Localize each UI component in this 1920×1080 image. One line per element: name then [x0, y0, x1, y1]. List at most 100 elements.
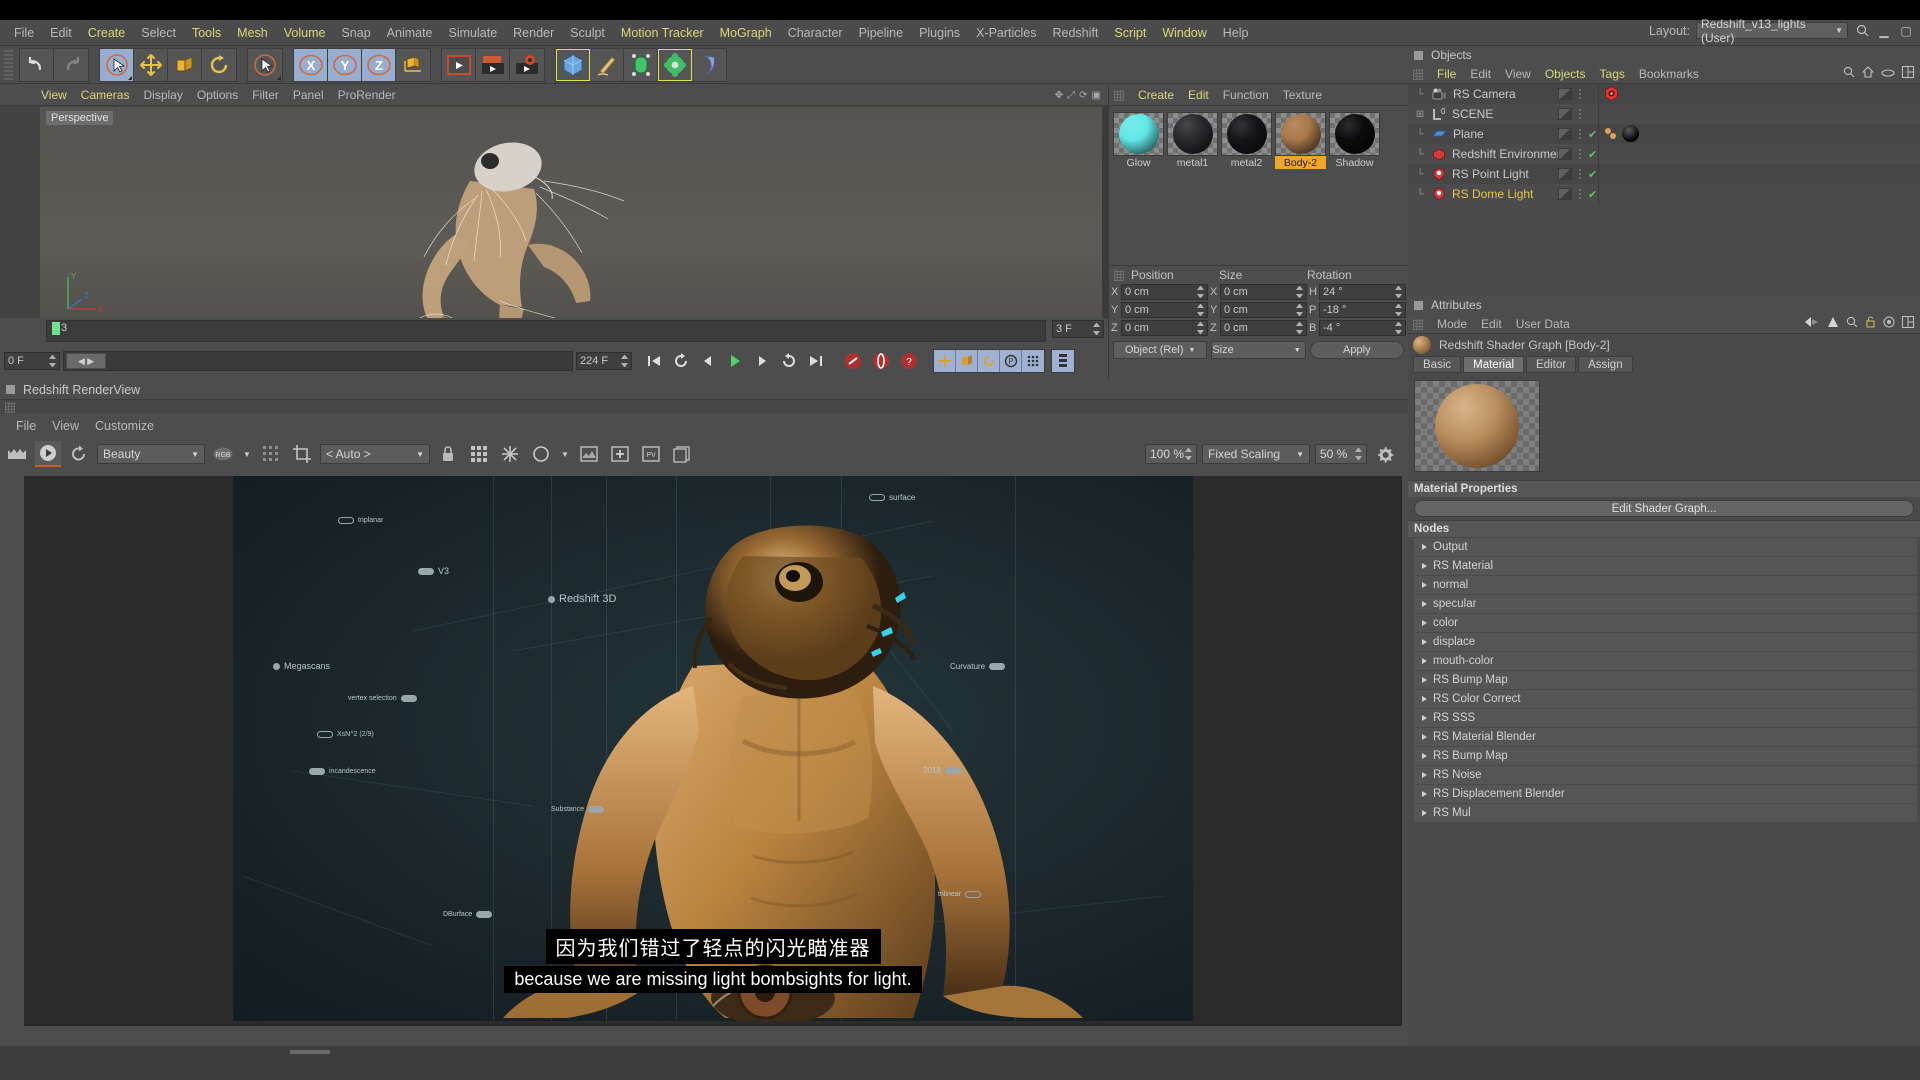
rgb-channel-icon[interactable]: RGB	[210, 441, 236, 467]
node-row[interactable]: Output	[1414, 538, 1917, 556]
expand-arrow-icon[interactable]	[1422, 791, 1427, 797]
expand-arrow-icon[interactable]	[1422, 715, 1427, 721]
scale-tool-button[interactable]	[168, 48, 202, 81]
expand-arrow-icon[interactable]	[1422, 620, 1427, 626]
viewport-rotate-icon[interactable]: ⟳	[1079, 90, 1087, 101]
next-frame-button[interactable]	[749, 349, 775, 373]
menu-character[interactable]: Character	[780, 24, 851, 42]
home-icon[interactable]	[1861, 66, 1875, 81]
link-icon[interactable]	[1881, 67, 1895, 81]
panel-grip[interactable]	[1413, 69, 1423, 80]
material-thumbnail[interactable]	[1275, 112, 1326, 156]
object-row[interactable]: └ Plane ✔	[1408, 124, 1920, 144]
viewport-menu-options[interactable]: Options	[190, 87, 245, 103]
spinner-icon[interactable]	[1093, 323, 1100, 335]
node-row[interactable]: RS Noise	[1414, 766, 1917, 784]
zoom-field[interactable]: 100 %	[1145, 444, 1197, 464]
search-icon[interactable]	[1843, 66, 1855, 81]
keyframe-selection-button[interactable]: ?	[896, 349, 922, 373]
layer-color-swatch[interactable]	[1558, 168, 1572, 180]
expand-arrow-icon[interactable]	[1422, 677, 1427, 683]
viewport-menu-view[interactable]: View	[34, 87, 74, 103]
size-x-input[interactable]: 0 cm	[1220, 284, 1307, 300]
viewport-menu-display[interactable]: Display	[136, 87, 189, 103]
spinner-icon[interactable]	[621, 355, 628, 367]
expand-arrow-icon[interactable]	[1422, 753, 1427, 759]
expand-arrow-icon[interactable]	[1422, 810, 1427, 816]
node-row[interactable]: normal	[1414, 576, 1917, 594]
size-y-input[interactable]: 0 cm	[1220, 302, 1307, 318]
apply-button[interactable]: Apply	[1309, 341, 1404, 359]
material-menu-function[interactable]: Function	[1216, 87, 1276, 103]
go-to-end-button[interactable]	[803, 349, 829, 373]
expand-arrow-icon[interactable]	[1422, 772, 1427, 778]
node-row[interactable]: specular	[1414, 595, 1917, 613]
cube-primitive-button[interactable]	[556, 48, 590, 81]
visibility-dots-icon[interactable]	[1578, 108, 1582, 120]
object-row[interactable]: └ RS Point Light ✔	[1408, 164, 1920, 184]
timeline-range-handle[interactable]: ◀ ▶	[66, 353, 106, 369]
menu-plugins[interactable]: Plugins	[911, 24, 968, 42]
copy-image-icon[interactable]	[669, 441, 695, 467]
loop-button[interactable]	[776, 349, 802, 373]
gear-icon[interactable]	[1372, 441, 1398, 467]
visibility-dots-icon[interactable]	[1578, 128, 1582, 140]
menu-pipeline[interactable]: Pipeline	[851, 24, 911, 42]
rotation-p-input[interactable]: -18 °	[1319, 302, 1406, 318]
object-name-cell[interactable]: └ Redshift Environment	[1408, 147, 1566, 161]
material-name[interactable]: metal2	[1221, 156, 1272, 169]
objects-menu-view[interactable]: View	[1498, 66, 1538, 82]
render-blocks-icon[interactable]	[466, 441, 492, 467]
timeline-playhead[interactable]	[52, 322, 60, 335]
object-name-cell[interactable]: └ RS Dome Light	[1408, 187, 1533, 201]
lock-y-axis-button[interactable]: Y	[328, 48, 362, 81]
material-item[interactable]: metal2	[1221, 112, 1272, 169]
renderview-menu-file[interactable]: File	[8, 417, 44, 435]
objects-menu-bookmarks[interactable]: Bookmarks	[1632, 66, 1706, 82]
attributes-menu-mode[interactable]: Mode	[1430, 316, 1474, 332]
material-menu-edit[interactable]: Edit	[1181, 87, 1216, 103]
material-menu-texture[interactable]: Texture	[1276, 87, 1329, 103]
node-row[interactable]: mouth-color	[1414, 652, 1917, 670]
up-arrow-icon[interactable]	[1827, 316, 1839, 331]
spinner-icon[interactable]	[1185, 448, 1192, 460]
move-tool-button[interactable]	[134, 48, 168, 81]
viewport-menu-prorender[interactable]: ProRender	[331, 87, 403, 103]
renderview-menu-customize[interactable]: Customize	[87, 417, 162, 435]
play-button[interactable]	[722, 349, 748, 373]
keyframe-layout-button[interactable]	[1052, 350, 1074, 372]
menu-mesh[interactable]: Mesh	[229, 24, 276, 42]
camera-tag-icon[interactable]	[1604, 85, 1619, 104]
start-frame-field[interactable]: 0 F	[4, 352, 60, 370]
object-name-cell[interactable]: └ Plane	[1408, 127, 1483, 141]
object-row[interactable]: └ Redshift Environment ✔	[1408, 144, 1920, 164]
expand-arrow-icon[interactable]	[1422, 696, 1427, 702]
menu-edit[interactable]: Edit	[42, 24, 80, 42]
object-row[interactable]: └ RS Camera	[1408, 84, 1920, 104]
color-mode-dropdown-icon[interactable]: ▼	[559, 441, 571, 467]
menu-window[interactable]: Window	[1154, 24, 1214, 42]
expand-icon[interactable]: ⊞	[1414, 109, 1426, 120]
search-icon[interactable]	[1854, 23, 1870, 39]
spinner-icon[interactable]	[1197, 286, 1204, 298]
attributes-tab-basic[interactable]: Basic	[1413, 356, 1462, 373]
region-select[interactable]: < Auto > ▼	[320, 444, 430, 464]
enabled-check-icon[interactable]: ✔	[1588, 148, 1597, 161]
spinner-icon[interactable]	[1395, 322, 1402, 334]
menu-x-particles[interactable]: X-Particles	[968, 24, 1044, 42]
timeline-track[interactable]: 3	[46, 320, 1046, 342]
rotate-tool-button[interactable]	[202, 48, 236, 81]
lock-icon[interactable]	[435, 441, 461, 467]
expand-arrow-icon[interactable]	[1422, 563, 1427, 569]
edit-shader-graph-button[interactable]: Edit Shader Graph...	[1414, 500, 1914, 517]
panel-grip[interactable]	[1114, 90, 1124, 101]
material-name[interactable]: Glow	[1113, 156, 1164, 169]
record-active-objects-button[interactable]	[840, 349, 866, 373]
node-row[interactable]: displace	[1414, 633, 1917, 651]
search-icon[interactable]	[1846, 316, 1858, 331]
attributes-tab-editor[interactable]: Editor	[1526, 356, 1577, 373]
visibility-dots-icon[interactable]	[1578, 188, 1582, 200]
autokeying-button[interactable]	[868, 349, 894, 373]
color-mode-icon[interactable]	[528, 441, 554, 467]
object-name-cell[interactable]: ⊞ 0 SCENE	[1408, 107, 1494, 121]
